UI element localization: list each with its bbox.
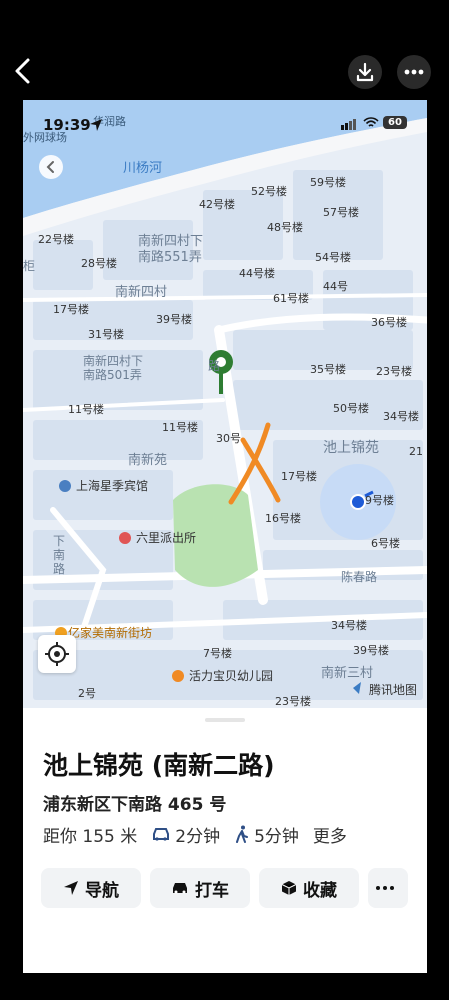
svg-text:7号楼: 7号楼 <box>203 646 232 660</box>
download-button[interactable] <box>348 55 382 89</box>
svg-text:23号楼: 23号楼 <box>275 694 311 708</box>
svg-text:11号楼: 11号楼 <box>68 402 104 416</box>
svg-text:17号楼: 17号楼 <box>53 302 89 316</box>
place-title: 池上锦苑 (南新二路) <box>43 751 275 780</box>
map-label-side-road: 下 <box>53 534 65 548</box>
map-label-nanxinyuan: 南新苑 <box>128 452 167 468</box>
walk-time[interactable]: 5分钟 <box>234 822 299 847</box>
map-label-nx3: 南新三村 <box>321 665 373 681</box>
favorite-label: 收藏 <box>303 880 337 901</box>
chevron-left-icon <box>15 58 30 84</box>
svg-text:17号楼: 17号楼 <box>281 469 317 483</box>
svg-text:48号楼: 48号楼 <box>267 220 303 234</box>
map-label-hotel: 上海星季宾馆 <box>76 478 148 493</box>
svg-text:34号楼: 34号楼 <box>383 409 419 423</box>
cube-icon <box>281 881 297 895</box>
status-time: 19:39 <box>43 116 91 134</box>
drive-time[interactable]: 2分钟 <box>151 822 220 847</box>
place-address: 浦东新区下南路 465 号 <box>43 795 227 815</box>
svg-text:50号楼: 50号楼 <box>333 401 369 415</box>
chevron-left-icon <box>46 161 54 173</box>
navigation-arrow-icon <box>64 881 78 895</box>
map-view[interactable]: 华润路 外网球场 川杨河 南新四村下 南路551弄 南新四村 南新四村下 南路5… <box>23 100 427 708</box>
action-row: 导航 打车 收藏 <box>41 868 411 908</box>
svg-text:2号: 2号 <box>78 687 96 700</box>
favorite-button[interactable]: 收藏 <box>259 868 359 908</box>
more-dots-icon <box>404 69 424 75</box>
more-link[interactable]: 更多 <box>313 822 347 847</box>
map-label-n4: 南新四村 <box>115 284 167 300</box>
location-arrow-icon <box>90 119 102 131</box>
map-label-n4-under2: 南路551弄 <box>138 249 202 265</box>
top-bar <box>0 0 449 100</box>
svg-text:28号楼: 28号楼 <box>81 256 117 270</box>
svg-text:22号楼: 22号楼 <box>38 232 74 246</box>
drive-time-label: 2分钟 <box>175 826 221 847</box>
map-label-n4-501a: 南新四村下 <box>83 353 143 368</box>
svg-text:31号楼: 31号楼 <box>88 327 124 341</box>
map-label-n4-under: 南新四村下 <box>138 233 203 249</box>
map-label-n4-501b: 南路501弄 <box>83 367 142 382</box>
map-label-vertical-road: 路 <box>208 358 220 373</box>
svg-text:23号楼: 23号楼 <box>376 364 412 378</box>
map-label-chenchun: 陈春路 <box>341 569 377 584</box>
svg-text:39号楼: 39号楼 <box>156 312 192 326</box>
svg-text:39号楼: 39号楼 <box>353 643 389 657</box>
svg-text:21: 21 <box>409 445 423 458</box>
more-button[interactable] <box>397 55 431 89</box>
svg-text:44号: 44号 <box>323 280 348 293</box>
walk-time-label: 5分钟 <box>254 826 299 847</box>
battery-indicator: 60 <box>383 116 407 129</box>
svg-text:61号楼: 61号楼 <box>273 291 309 305</box>
svg-text:30号: 30号 <box>216 432 241 445</box>
map-back-button[interactable] <box>39 155 63 179</box>
distance-text: 距你 155 米 <box>43 826 138 847</box>
map-label-left-edge: 柜 <box>23 259 35 273</box>
svg-text:59号楼: 59号楼 <box>310 175 346 189</box>
svg-text:42号楼: 42号楼 <box>199 197 235 211</box>
svg-text:52号楼: 52号楼 <box>251 184 287 198</box>
navigate-button[interactable]: 导航 <box>41 868 141 908</box>
more-actions-button[interactable] <box>368 868 408 908</box>
car-icon <box>173 883 187 894</box>
car-icon <box>153 828 170 841</box>
download-icon <box>356 62 374 82</box>
map-label-chishang: 池上锦苑 <box>323 439 379 456</box>
svg-text:57号楼: 57号楼 <box>323 205 359 219</box>
svg-text:路: 路 <box>53 561 65 576</box>
map-label-river: 川杨河 <box>123 161 162 176</box>
svg-text:6号楼: 6号楼 <box>371 536 400 550</box>
status-bar: 19:39 60 <box>23 100 427 134</box>
crosshair-icon <box>45 642 69 666</box>
svg-text:9号楼: 9号楼 <box>365 493 394 507</box>
svg-text:34号楼: 34号楼 <box>331 618 367 632</box>
locate-me-button[interactable] <box>38 635 76 673</box>
map-canvas: 华润路 外网球场 川杨河 南新四村下 南路551弄 南新四村 南新四村下 南路5… <box>23 100 427 708</box>
walking-icon <box>236 825 249 843</box>
taxi-label: 打车 <box>195 880 229 901</box>
map-label-police: 六里派出所 <box>136 531 196 545</box>
home-indicator[interactable] <box>150 962 298 967</box>
signal-icon <box>341 119 356 130</box>
place-meta: 距你 155 米 2分钟 5分钟 更多 <box>43 822 361 847</box>
svg-text:54号楼: 54号楼 <box>315 250 351 264</box>
map-label-kinder: 活力宝贝幼儿园 <box>189 669 273 683</box>
svg-text:44号楼: 44号楼 <box>239 266 275 280</box>
taxi-button[interactable]: 打车 <box>150 868 250 908</box>
map-label-side-road2: 南 <box>53 547 65 562</box>
more-dots-icon <box>376 886 394 890</box>
sheet-handle[interactable] <box>205 718 245 722</box>
screenshot-image: 华润路 外网球场 川杨河 南新四村下 南路551弄 南新四村 南新四村下 南路5… <box>23 100 427 973</box>
back-button[interactable] <box>10 56 38 86</box>
map-label-market: 亿家美南新街坊 <box>68 625 152 640</box>
navigate-label: 导航 <box>85 880 119 901</box>
place-detail-sheet: 池上锦苑 (南新二路) 浦东新区下南路 465 号 距你 155 米 2分钟 5… <box>23 708 427 973</box>
svg-text:11号楼: 11号楼 <box>162 420 198 434</box>
svg-text:35号楼: 35号楼 <box>310 362 346 376</box>
wifi-icon <box>363 117 379 127</box>
svg-text:16号楼: 16号楼 <box>265 511 301 525</box>
svg-text:36号楼: 36号楼 <box>371 315 407 329</box>
svg-text:腾讯地图: 腾讯地图 <box>369 682 417 697</box>
